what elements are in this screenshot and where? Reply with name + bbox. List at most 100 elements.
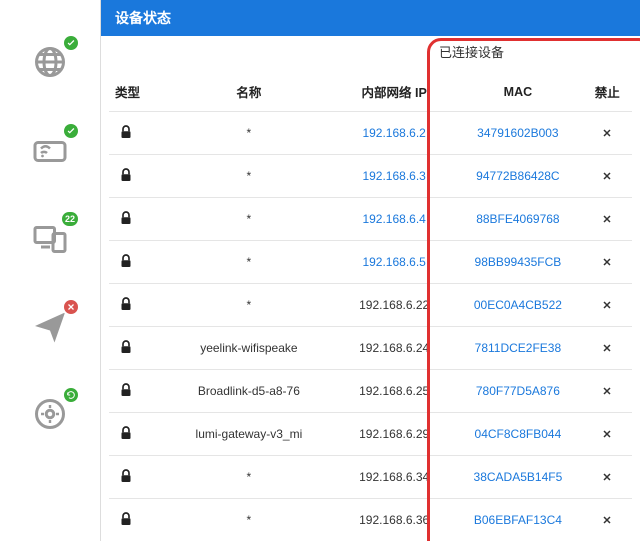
ban-button[interactable] — [594, 378, 620, 404]
ban-button[interactable] — [594, 464, 620, 490]
nav-item-devices[interactable]: 22 — [28, 216, 72, 260]
lock-icon — [117, 338, 135, 356]
device-name: * — [247, 298, 252, 312]
nav-item-wireless[interactable] — [28, 128, 72, 172]
page-title: 设备状态 — [115, 8, 171, 28]
lock-icon — [117, 381, 135, 399]
lock-icon — [117, 166, 135, 184]
ban-button[interactable] — [594, 206, 620, 232]
device-scroll[interactable]: 已连接设备 类型 名称 内部网络 IP MAC 禁止 — [101, 36, 640, 541]
nav-item-disk[interactable] — [28, 392, 72, 436]
col-mac: MAC — [453, 42, 582, 112]
table-header-row: 类型 名称 内部网络 IP MAC 禁止 — [109, 42, 632, 112]
device-name: * — [247, 255, 252, 269]
x-icon — [601, 127, 613, 139]
x-icon — [601, 170, 613, 182]
device-ip: 192.168.6.34 — [359, 470, 429, 484]
table-row: * 192.168.6.3 94772B86428C — [109, 155, 632, 198]
main-panel: 设备状态 已连接设备 类型 名称 内部网络 IP MAC — [100, 0, 640, 541]
x-icon — [601, 385, 613, 397]
ban-button[interactable] — [594, 507, 620, 533]
topbar: 设备状态 — [101, 0, 640, 36]
device-ip: 192.168.6.25 — [359, 384, 429, 398]
check-icon — [66, 38, 76, 48]
lock-icon — [117, 252, 135, 270]
x-icon — [601, 428, 613, 440]
check-icon — [66, 126, 76, 136]
ban-button[interactable] — [594, 292, 620, 318]
table-row: * 192.168.6.36 B06EBFAF13C4 — [109, 499, 632, 541]
badge-count: 22 — [60, 210, 80, 228]
device-mac-link[interactable]: 04CF8C8FB044 — [475, 427, 562, 441]
send-icon — [32, 308, 68, 344]
device-ip: 192.168.6.24 — [359, 341, 429, 355]
table-row: lumi-gateway-v3_mi 192.168.6.29 04CF8C8FB0… — [109, 413, 632, 456]
x-icon — [66, 302, 76, 312]
sidebar: 22 — [0, 0, 100, 541]
x-icon — [601, 342, 613, 354]
ban-button[interactable] — [594, 249, 620, 275]
x-icon — [601, 299, 613, 311]
table-row: * 192.168.6.22 00EC0A4CB522 — [109, 284, 632, 327]
device-name: * — [247, 126, 252, 140]
ban-button[interactable] — [594, 335, 620, 361]
badge-error — [62, 298, 80, 316]
lock-icon — [117, 510, 135, 528]
x-icon — [601, 213, 613, 225]
table-row: * 192.168.6.5 98BB99435FCB — [109, 241, 632, 284]
globe-icon — [32, 44, 68, 80]
device-mac-link[interactable]: 780F77D5A876 — [476, 384, 560, 398]
lock-icon — [117, 123, 135, 141]
device-name: * — [247, 169, 252, 183]
lock-icon — [117, 424, 135, 442]
col-name: 名称 — [163, 42, 335, 112]
device-mac-link[interactable]: 00EC0A4CB522 — [474, 298, 562, 312]
device-mac-link[interactable]: 94772B86428C — [476, 169, 559, 183]
device-ip-link[interactable]: 192.168.6.5 — [362, 255, 425, 269]
table-row: Broadlink-d5-a8-76 192.168.6.25 780F77D5A8… — [109, 370, 632, 413]
nav-item-send[interactable] — [28, 304, 72, 348]
table-row: * 192.168.6.4 88BFE4069768 — [109, 198, 632, 241]
col-ban: 禁止 — [582, 42, 632, 112]
device-name: * — [247, 513, 252, 527]
device-ip-link[interactable]: 192.168.6.3 — [362, 169, 425, 183]
lock-icon — [117, 209, 135, 227]
device-ip-link[interactable]: 192.168.6.2 — [362, 126, 425, 140]
device-name: lumi-gateway-v3_mi — [196, 427, 303, 441]
device-mac-link[interactable]: 7811DCE2FE38 — [475, 341, 562, 355]
lock-icon — [117, 467, 135, 485]
device-ip: 192.168.6.22 — [359, 298, 429, 312]
device-name: * — [247, 470, 252, 484]
device-mac-link[interactable]: 88BFE4069768 — [476, 212, 559, 226]
x-icon — [601, 514, 613, 526]
ban-button[interactable] — [594, 120, 620, 146]
ban-button[interactable] — [594, 163, 620, 189]
badge-count-text: 22 — [65, 214, 75, 224]
device-ip: 192.168.6.29 — [359, 427, 429, 441]
badge-ok — [62, 122, 80, 140]
device-ip: 192.168.6.36 — [359, 513, 429, 527]
lock-icon — [117, 295, 135, 313]
device-mac-link[interactable]: B06EBFAF13C4 — [474, 513, 562, 527]
table-row: yeelink-wifispeake 192.168.6.24 7811DCE2FE… — [109, 327, 632, 370]
device-ip-link[interactable]: 192.168.6.4 — [362, 212, 425, 226]
x-icon — [601, 471, 613, 483]
device-name: yeelink-wifispeake — [200, 341, 297, 355]
badge-ok — [62, 34, 80, 52]
device-mac-link[interactable]: 34791602B003 — [477, 126, 558, 140]
table-row: * 192.168.6.34 38CADA5B14F5 — [109, 456, 632, 499]
col-ip: 内部网络 IP — [335, 42, 453, 112]
table-row: * 192.168.6.2 34791602B003 — [109, 112, 632, 155]
device-name: * — [247, 212, 252, 226]
badge-ok — [62, 386, 80, 404]
refresh-icon — [66, 390, 76, 400]
device-mac-link[interactable]: 38CADA5B14F5 — [474, 470, 563, 484]
device-mac-link[interactable]: 98BB99435FCB — [475, 255, 562, 269]
wireless-icon — [32, 132, 68, 168]
x-icon — [601, 256, 613, 268]
device-table: 类型 名称 内部网络 IP MAC 禁止 * 192.168.6.2 3479160… — [109, 42, 632, 541]
ban-button[interactable] — [594, 421, 620, 447]
nav-item-globe[interactable] — [28, 40, 72, 84]
device-name: Broadlink-d5-a8-76 — [198, 384, 300, 398]
col-type: 类型 — [109, 42, 163, 112]
